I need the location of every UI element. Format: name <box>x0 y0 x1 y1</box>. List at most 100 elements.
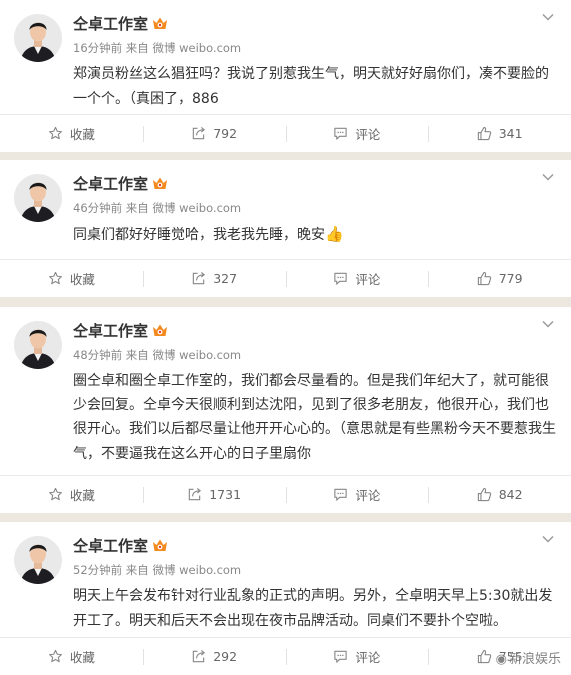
post-action-bar: 收藏 792 评论 341 <box>0 114 571 152</box>
repost-button[interactable]: 292 <box>142 638 286 675</box>
source-prefix: 来自 <box>125 201 149 215</box>
vip-crown-icon[interactable] <box>152 176 168 191</box>
post-text-body: 圈仝卓和圈仝卓工作室的，我们都会尽量看的。但是我们年纪大了，就可能很少会回复。仝… <box>73 373 556 462</box>
repost-icon <box>192 126 206 140</box>
like-button[interactable]: 779 <box>428 260 571 297</box>
post-meta: 52分钟前 来自 微博 weibo.com <box>73 562 241 578</box>
post-text: 同桌们都好好睡觉哈，我老我先睡，晚安👍 <box>73 222 557 247</box>
avatar-photo <box>14 174 62 222</box>
post-source[interactable]: 微博 weibo.com <box>152 201 241 215</box>
post-source[interactable]: 微博 weibo.com <box>152 563 241 577</box>
avatar[interactable] <box>14 14 62 62</box>
source-prefix: 来自 <box>125 563 149 577</box>
post-time[interactable]: 52分钟前 <box>73 563 122 577</box>
comment-icon <box>334 127 348 140</box>
collect-label: 收藏 <box>69 272 95 287</box>
chevron-down-icon[interactable] <box>541 532 555 546</box>
comment-button[interactable]: 评论 <box>285 638 429 675</box>
thumbs-up-icon <box>477 487 491 502</box>
weibo-post: 仝卓工作室 52分钟前 来自 微博 weibo.com 明天上午会发布针对行业乱… <box>0 522 571 675</box>
thumbs-up-icon <box>477 126 491 141</box>
comment-label: 评论 <box>355 488 381 503</box>
post-meta: 46分钟前 来自 微博 weibo.com <box>73 200 241 216</box>
repost-button[interactable]: 327 <box>142 260 286 297</box>
user-name[interactable]: 仝卓工作室 <box>73 322 148 340</box>
post-time[interactable]: 48分钟前 <box>73 348 122 362</box>
vip-crown-icon[interactable] <box>152 16 168 31</box>
collect-button[interactable]: 收藏 <box>0 638 143 675</box>
avatar-photo <box>14 321 62 369</box>
collect-label: 收藏 <box>69 488 95 503</box>
chevron-down-icon[interactable] <box>541 317 555 331</box>
like-button[interactable]: 755 <box>428 638 571 675</box>
repost-button[interactable]: 792 <box>142 115 286 152</box>
comment-icon <box>334 272 348 285</box>
repost-count: 792 <box>213 126 238 141</box>
chevron-down-icon[interactable] <box>541 10 555 24</box>
weibo-feed: 仝卓工作室 16分钟前 来自 微博 weibo.com 郑演员粉丝这么猖狂吗？我… <box>0 0 571 675</box>
post-action-bar: 收藏 1731 评论 842 <box>0 475 571 513</box>
star-icon <box>48 271 62 285</box>
star-icon <box>48 487 62 501</box>
post-action-bar: 收藏 327 评论 779 <box>0 259 571 297</box>
weibo-post: 仝卓工作室 46分钟前 来自 微博 weibo.com 同桌们都好好睡觉哈，我老… <box>0 160 571 297</box>
chevron-down-icon[interactable] <box>541 170 555 184</box>
vip-crown-icon[interactable] <box>152 323 168 338</box>
source-prefix: 来自 <box>125 41 149 55</box>
post-time[interactable]: 16分钟前 <box>73 41 122 55</box>
post-text-body: 同桌们都好好睡觉哈，我老我先睡，晚安 <box>73 227 325 243</box>
comment-button[interactable]: 评论 <box>285 115 429 152</box>
source-prefix: 来自 <box>125 348 149 362</box>
repost-icon <box>192 649 206 663</box>
repost-count: 1731 <box>209 487 242 502</box>
star-icon <box>48 126 62 140</box>
post-text: 圈仝卓和圈仝卓工作室的，我们都会尽量看的。但是我们年纪大了，就可能很少会回复。仝… <box>73 369 557 466</box>
collect-label: 收藏 <box>69 127 95 142</box>
user-name-line: 仝卓工作室 <box>73 173 168 194</box>
avatar[interactable] <box>14 536 62 584</box>
user-name[interactable]: 仝卓工作室 <box>73 175 148 193</box>
user-name[interactable]: 仝卓工作室 <box>73 15 148 33</box>
comment-button[interactable]: 评论 <box>285 476 429 513</box>
comment-label: 评论 <box>355 650 381 665</box>
repost-count: 327 <box>213 271 238 286</box>
user-name-line: 仝卓工作室 <box>73 13 168 34</box>
like-button[interactable]: 842 <box>428 476 571 513</box>
like-count: 755 <box>498 649 523 664</box>
post-text: 明天上午会发布针对行业乱象的正式的声明。另外，仝卓明天早上5:30就出发开工了。… <box>73 584 557 633</box>
collect-button[interactable]: 收藏 <box>0 115 143 152</box>
comment-label: 评论 <box>355 272 381 287</box>
post-time[interactable]: 46分钟前 <box>73 201 122 215</box>
repost-icon <box>189 487 202 501</box>
comment-button[interactable]: 评论 <box>285 260 429 297</box>
repost-icon <box>192 271 206 285</box>
comment-icon <box>334 650 348 663</box>
avatar-photo <box>14 536 62 584</box>
post-text: 郑演员粉丝这么猖狂吗？我说了别惹我生气，明天就好好扇你们，凑不要脸的一个个。（真… <box>73 62 557 111</box>
collect-label: 收藏 <box>69 650 95 665</box>
collect-button[interactable]: 收藏 <box>0 260 143 297</box>
vip-crown-icon[interactable] <box>152 538 168 553</box>
repost-count: 292 <box>213 649 238 664</box>
thumbs-up-icon <box>477 649 491 664</box>
collect-button[interactable]: 收藏 <box>0 476 143 513</box>
user-name-line: 仝卓工作室 <box>73 320 168 341</box>
star-icon <box>48 649 62 663</box>
comment-label: 评论 <box>355 127 381 142</box>
user-name-line: 仝卓工作室 <box>73 535 168 556</box>
post-text-body: 郑演员粉丝这么猖狂吗？我说了别惹我生气，明天就好好扇你们，凑不要脸的一个个。（真… <box>73 66 549 107</box>
repost-button[interactable]: 1731 <box>142 476 286 513</box>
avatar[interactable] <box>14 174 62 222</box>
like-count: 779 <box>498 271 523 286</box>
like-count: 341 <box>498 126 523 141</box>
post-meta: 16分钟前 来自 微博 weibo.com <box>73 40 241 56</box>
weibo-post: 仝卓工作室 48分钟前 来自 微博 weibo.com 圈仝卓和圈仝卓工作室的，… <box>0 307 571 513</box>
post-source[interactable]: 微博 weibo.com <box>152 348 241 362</box>
like-button[interactable]: 341 <box>428 115 571 152</box>
avatar[interactable] <box>14 321 62 369</box>
comment-icon <box>334 488 348 501</box>
post-text-body: 明天上午会发布针对行业乱象的正式的声明。另外，仝卓明天早上5:30就出发开工了。… <box>73 588 553 629</box>
post-source[interactable]: 微博 weibo.com <box>152 41 241 55</box>
user-name[interactable]: 仝卓工作室 <box>73 537 148 555</box>
weibo-post: 仝卓工作室 16分钟前 来自 微博 weibo.com 郑演员粉丝这么猖狂吗？我… <box>0 0 571 152</box>
